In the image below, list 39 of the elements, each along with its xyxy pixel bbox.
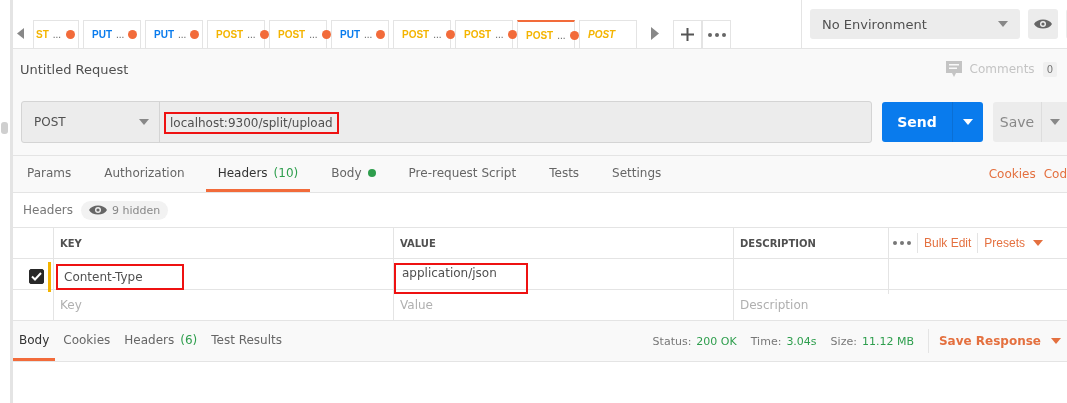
stat-value: 3.04s [786,334,817,348]
request-tab[interactable]: PUT ... [83,20,141,48]
comments-count: 0 [1042,61,1057,77]
request-section-tab[interactable]: Pre-request Script [396,156,529,192]
environment-dropdown[interactable]: No Environment [810,9,1020,39]
value-cell[interactable]: application/json [394,263,528,294]
column-header: VALUE [400,237,436,249]
request-section-tab[interactable]: Params [15,156,84,192]
bulk-edit-link[interactable]: Bulk Edit [924,236,972,250]
presets-dropdown[interactable]: Presets [984,236,1044,250]
hidden-headers-toggle[interactable]: 9 hidden [80,200,169,220]
request-tab[interactable]: ST ... [33,20,79,48]
response-tab[interactable]: Cookies [57,321,117,361]
stat-label: Size: [830,334,857,348]
url-field[interactable]: localhost:9300/split/upload [164,112,339,134]
save-button[interactable]: Save [993,102,1067,142]
send-button[interactable]: Send [882,102,983,142]
save-response-button[interactable]: Save Response [927,329,1067,353]
request-section-tab[interactable]: Settings [600,156,674,192]
response-tab[interactable]: Test Results [205,321,288,361]
stat-label: Status: [652,334,692,348]
key-cell[interactable]: Content-Type [56,263,184,290]
request-tab[interactable]: PUT ... [145,20,203,48]
request-section-tab[interactable]: Authorization [92,156,197,192]
link[interactable]: Cod [1043,156,1067,192]
stat-value: 11.12 MB [861,334,914,348]
request-title: Untitled Request [20,61,129,77]
column-header: DESCRIPTION [740,237,816,249]
response-tab[interactable]: Body [13,321,56,361]
link[interactable]: Cookies [988,156,1036,192]
request-tab[interactable]: PUT ... [331,20,389,48]
headers-label: Headers [23,203,73,217]
method-dropdown[interactable]: POST [22,102,160,142]
stat-value: 200 OK [696,334,737,348]
stat-label: Time: [750,334,782,348]
request-section-tab[interactable]: Body [319,156,388,192]
column-header: KEY [60,237,82,249]
request-section-tab[interactable]: Tests [537,156,592,192]
response-tab[interactable]: Headers (6) [118,321,204,361]
